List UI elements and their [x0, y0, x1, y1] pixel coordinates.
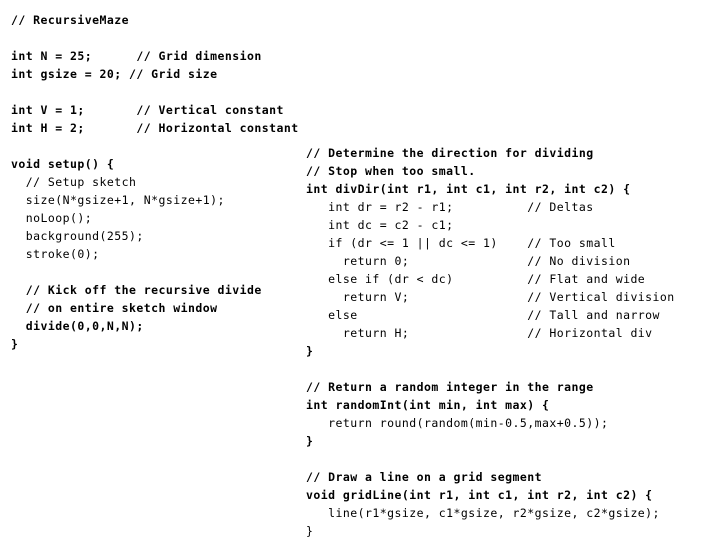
left-code-block: // RecursiveMaze int N = 25; // Grid dim…: [11, 11, 299, 353]
code-line: // Draw a line on a grid segment: [306, 470, 542, 484]
code-listing-page: // RecursiveMaze int N = 25; // Grid dim…: [0, 0, 720, 540]
code-line: // Determine the direction for dividing: [306, 146, 594, 160]
code-line: else // Tall and narrow: [306, 308, 660, 322]
code-line: return V; // Vertical division: [306, 290, 675, 304]
code-line: // RecursiveMaze: [11, 13, 129, 27]
code-line: int N = 25; // Grid dimension: [11, 49, 262, 63]
code-line: divide(0,0,N,N);: [11, 319, 144, 333]
code-line: stroke(0);: [11, 247, 100, 261]
code-line: // Return a random integer in the range: [306, 380, 594, 394]
code-line: // Kick off the recursive divide: [11, 283, 262, 297]
code-line: background(255);: [11, 229, 144, 243]
code-line: return H; // Horizontal div: [306, 326, 653, 340]
code-line: void setup() {: [11, 157, 115, 171]
code-line: int dc = c2 - c1;: [306, 218, 454, 232]
code-line: return round(random(min-0.5,max+0.5));: [306, 416, 609, 430]
code-line: size(N*gsize+1, N*gsize+1);: [11, 193, 225, 207]
right-code-block: // Determine the direction for dividing /…: [306, 144, 675, 540]
code-line: int H = 2; // Horizontal constant: [11, 121, 299, 135]
code-line: line(r1*gsize, c1*gsize, r2*gsize, c2*gs…: [306, 506, 660, 520]
code-line: }: [11, 337, 19, 351]
code-line: return 0; // No division: [306, 254, 631, 268]
code-line: int divDir(int r1, int c1, int r2, int c…: [306, 182, 631, 196]
code-line: else if (dr < dc) // Flat and wide: [306, 272, 646, 286]
code-line: // Stop when too small.: [306, 164, 476, 178]
code-line: }: [306, 524, 314, 538]
code-line: int dr = r2 - r1; // Deltas: [306, 200, 594, 214]
code-line: int randomInt(int min, int max) {: [306, 398, 550, 412]
code-line: }: [306, 344, 314, 358]
code-line: if (dr <= 1 || dc <= 1) // Too small: [306, 236, 616, 250]
code-line: int V = 1; // Vertical constant: [11, 103, 284, 117]
code-line: int gsize = 20; // Grid size: [11, 67, 218, 81]
code-line: }: [306, 434, 314, 448]
code-line: void gridLine(int r1, int c1, int r2, in…: [306, 488, 653, 502]
code-line: noLoop();: [11, 211, 93, 225]
code-line: // Setup sketch: [11, 175, 137, 189]
code-line: // on entire sketch window: [11, 301, 218, 315]
